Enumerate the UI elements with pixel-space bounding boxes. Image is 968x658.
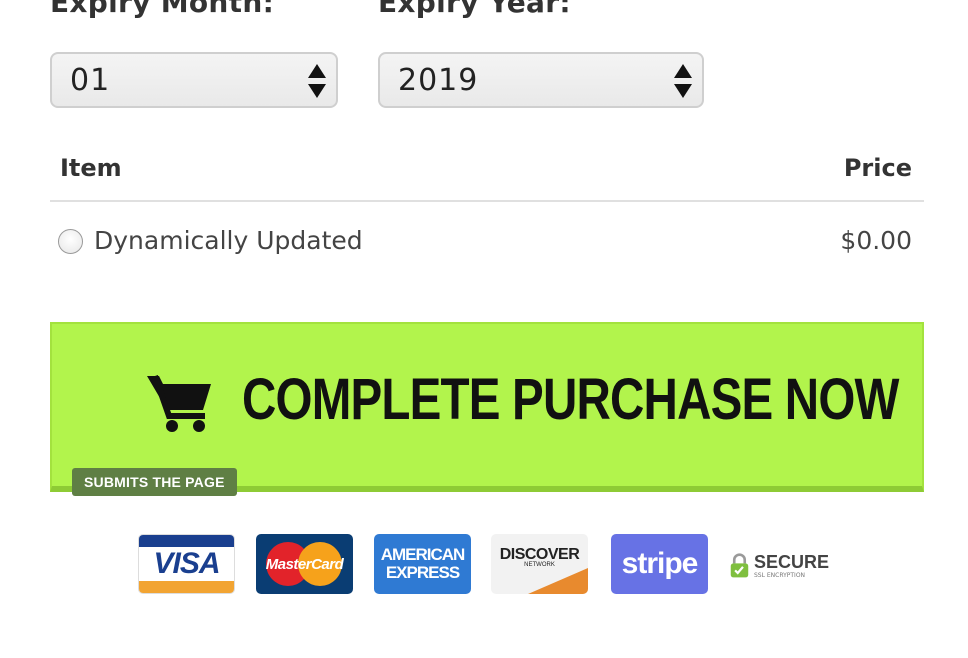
select-arrows-icon: [674, 64, 692, 98]
amex-logo-line1: AMERICAN: [380, 545, 466, 564]
submits-page-hint: SUBMITS THE PAGE: [72, 468, 237, 496]
mastercard-logo-text: MasterCard: [265, 555, 344, 573]
secure-badge-text: SECURE: [753, 552, 829, 572]
expiry-month-value: 01: [70, 63, 111, 98]
amex-logo: AMERICAN EXPRESS: [374, 534, 471, 594]
complete-purchase-button[interactable]: COMPLETE PURCHASE NOW: [50, 322, 924, 492]
stripe-logo-text: stripe: [621, 547, 699, 580]
expiry-year-label: Expiry Year:: [378, 0, 571, 19]
item-radio[interactable]: [58, 229, 83, 254]
visa-logo-text: VISA: [153, 547, 220, 580]
discover-logo: DISCOVER NETWORK: [491, 534, 588, 594]
expiry-month-select[interactable]: 01: [50, 52, 338, 108]
item-price: $0.00: [840, 226, 912, 255]
expiry-month-label: Expiry Month:: [50, 0, 275, 19]
amex-logo-line2: EXPRESS: [385, 563, 460, 582]
cart-icon: [147, 375, 211, 432]
complete-purchase-label: COMPLETE PURCHASE NOW: [242, 367, 899, 432]
lock-icon: [730, 553, 749, 578]
item-column-header: Item: [60, 154, 122, 182]
secure-badge: SECURE SSL ENCRYPTION: [729, 546, 829, 586]
secure-badge-sub: SSL ENCRYPTION: [753, 572, 806, 579]
mastercard-logo: MasterCard: [256, 534, 353, 594]
visa-logo: VISA: [138, 534, 235, 594]
select-arrows-icon: [308, 64, 326, 98]
expiry-year-select[interactable]: 2019: [378, 52, 704, 108]
stripe-logo: stripe: [611, 534, 708, 594]
price-column-header: Price: [843, 154, 912, 182]
table-divider: [50, 200, 924, 202]
expiry-year-value: 2019: [398, 63, 479, 98]
discover-logo-sub: NETWORK: [524, 562, 555, 568]
item-name: Dynamically Updated: [94, 226, 363, 255]
